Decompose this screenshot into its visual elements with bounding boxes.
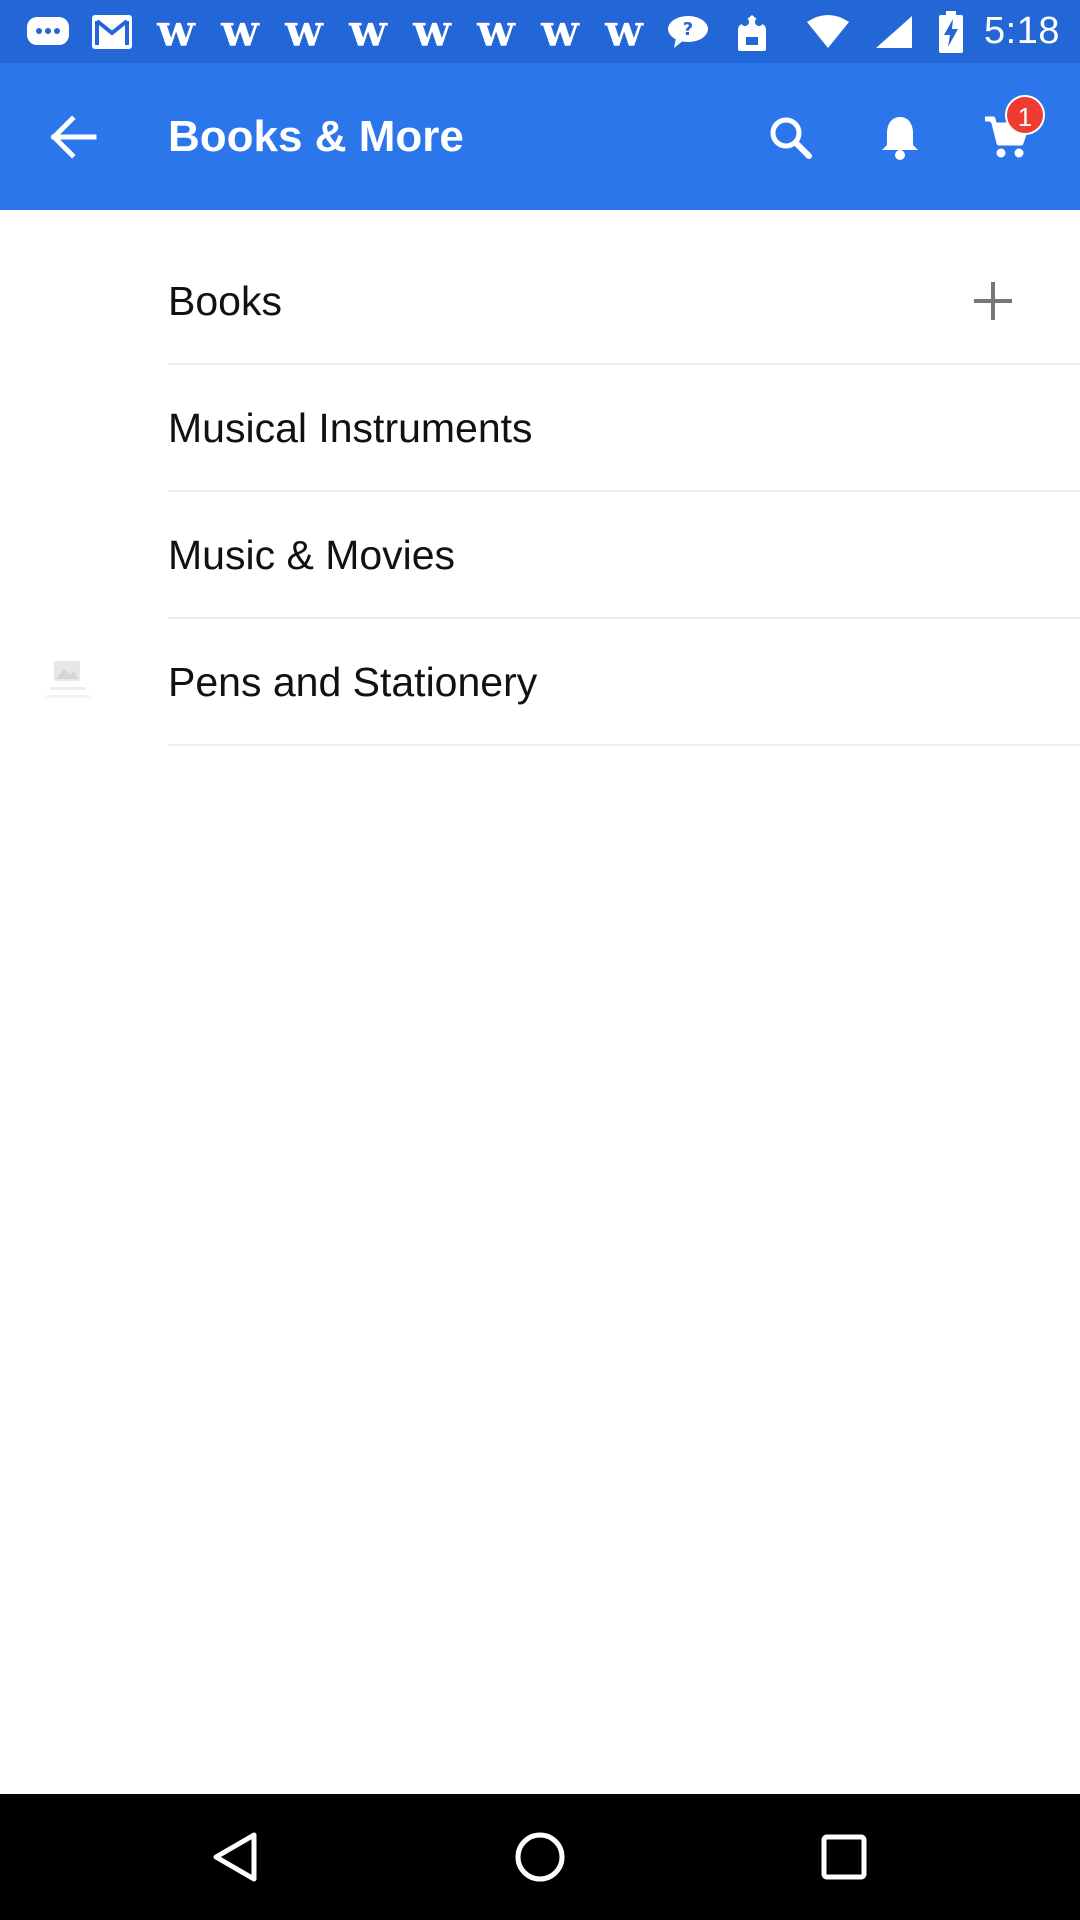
notification-icons: w w w w w w w w ?: [24, 5, 804, 57]
status-time: 5:18: [984, 10, 1060, 52]
category-label: Music & Movies: [168, 532, 456, 578]
nav-recents-button[interactable]: [814, 1827, 874, 1887]
square-recents-icon: [821, 1834, 867, 1880]
svg-text:?: ?: [683, 19, 693, 40]
gmail-icon: [88, 12, 136, 52]
system-icons: 5:18: [804, 10, 1060, 53]
w-app-icon: w: [221, 5, 259, 57]
category-label: Musical Instruments: [168, 405, 533, 451]
category-item-music-movies[interactable]: Music & Movies: [0, 492, 1080, 619]
signal-icon: [870, 12, 918, 52]
w-app-icon: w: [285, 5, 323, 57]
category-list: Books Musical Instruments Music & Movies…: [0, 238, 1080, 746]
category-item-books[interactable]: Books: [0, 238, 1080, 365]
w-app-icon: w: [157, 5, 195, 57]
box-app-icon: [728, 12, 776, 52]
bell-icon: [882, 117, 918, 160]
divider: [168, 744, 1080, 746]
category-label: Pens and Stationery: [168, 659, 538, 705]
w-app-icon: w: [477, 5, 515, 57]
status-bar: w w w w w w w w ? 5:18: [0, 0, 1080, 63]
notifications-button[interactable]: [870, 107, 930, 167]
circle-home-icon: [515, 1832, 565, 1882]
nav-back-button[interactable]: [206, 1827, 266, 1887]
chat-bubble-icon: ?: [664, 12, 712, 52]
category-item-pens-stationery[interactable]: Pens and Stationery: [0, 619, 1080, 746]
category-item-musical-instruments[interactable]: Musical Instruments: [0, 365, 1080, 492]
triangle-back-icon: [213, 1832, 257, 1882]
messages-icon: [24, 12, 72, 52]
image-placeholder-icon: [46, 657, 90, 703]
category-label: Books: [168, 278, 282, 324]
wifi-icon: [804, 12, 852, 52]
w-app-icon: w: [605, 5, 643, 57]
search-icon: [770, 117, 812, 159]
app-bar: Books & More: [0, 63, 1080, 210]
w-app-icon: w: [349, 5, 387, 57]
page-title: Books & More: [168, 112, 464, 161]
battery-charging-icon: [936, 10, 966, 53]
arrow-left-icon: [50, 115, 97, 159]
expand-button[interactable]: [970, 278, 1016, 324]
w-app-icon: w: [541, 5, 579, 57]
search-button[interactable]: [760, 107, 820, 167]
plus-icon: [974, 282, 1012, 320]
system-nav-bar: [0, 1794, 1080, 1920]
w-app-icon: w: [413, 5, 451, 57]
nav-home-button[interactable]: [510, 1827, 570, 1887]
back-button[interactable]: [46, 109, 102, 165]
cart-count-badge: 1: [1005, 95, 1045, 135]
